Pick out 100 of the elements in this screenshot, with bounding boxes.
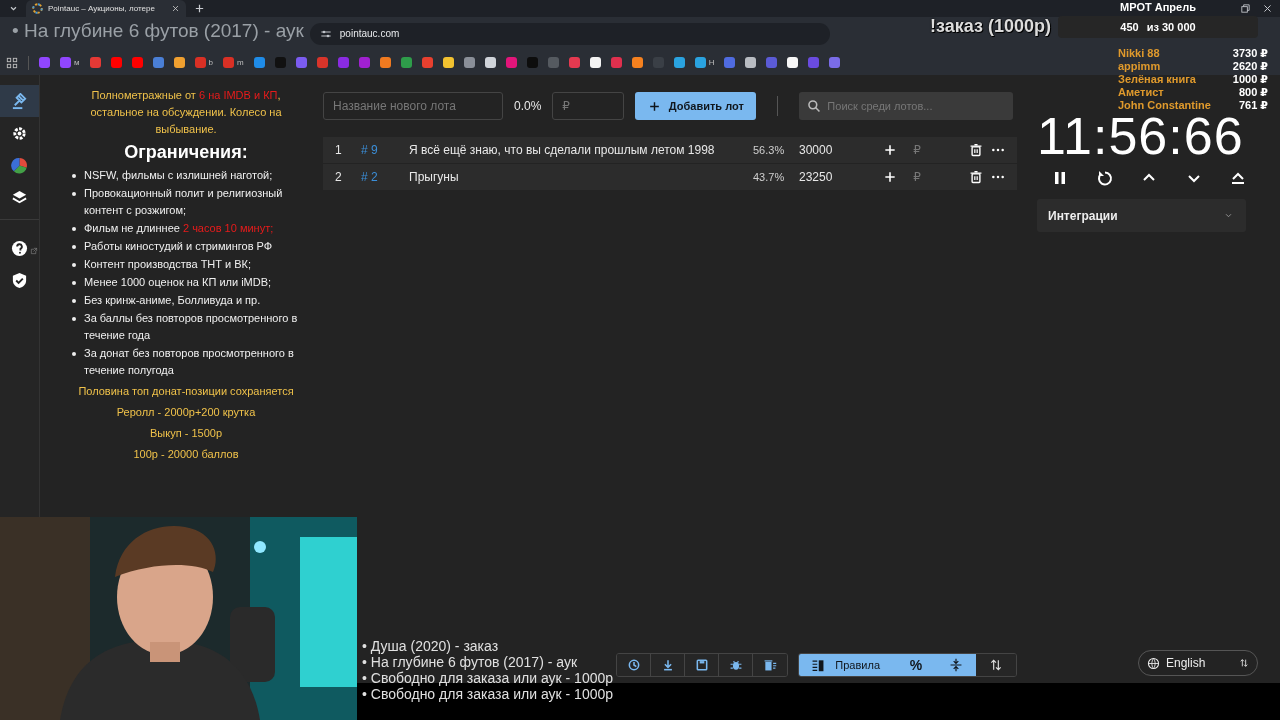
- bookmark-icon[interactable]: [484, 57, 496, 68]
- external-link-icon: [30, 247, 38, 255]
- rule-item: Провокационный полит и религиозный контент с розжигом;: [84, 186, 284, 218]
- history-icon: [626, 658, 641, 672]
- up-down-icon: [1239, 658, 1249, 668]
- bookmark-icon[interactable]: [745, 57, 757, 68]
- lot-id[interactable]: # 2: [361, 170, 409, 184]
- add-lot-button[interactable]: Добавить лот: [635, 92, 757, 120]
- lot-position: 1: [335, 143, 343, 157]
- rules-note: Реролл - 2000р+200 крутка: [115, 405, 257, 420]
- queue-line: • Душа (2020) - заказ: [362, 638, 500, 654]
- amount-field[interactable]: ₽: [552, 92, 625, 120]
- rule-item: NSFW, фильмы с излишней наготой;: [84, 168, 273, 183]
- bullet-icon: [72, 192, 76, 196]
- plus-icon: [193, 3, 205, 14]
- donor-name: Аметист: [1118, 86, 1164, 99]
- donor-name: Nikki 88: [1118, 47, 1160, 60]
- bullet-icon: [72, 263, 76, 267]
- bookmark-icon[interactable]: [442, 57, 454, 68]
- bullet-icon: [72, 281, 76, 285]
- trash-icon: [969, 143, 983, 157]
- bullet-icon: [72, 299, 76, 303]
- trash-icon: [969, 170, 983, 184]
- bullet-icon: [72, 227, 76, 231]
- bullet-icon: [72, 174, 76, 178]
- apps-icon: [6, 56, 18, 69]
- integrations-dropdown[interactable]: Интеграции: [1037, 199, 1246, 232]
- lot-name: Прыгуны: [409, 170, 460, 184]
- rules-toggle[interactable]: Правила: [799, 654, 896, 676]
- gear-icon: [11, 124, 28, 142]
- history-button[interactable]: [617, 654, 652, 676]
- search-field[interactable]: Поиск среди лотов...: [799, 92, 1014, 120]
- lot-id[interactable]: # 9: [361, 143, 409, 157]
- goal-current: 450: [1120, 21, 1139, 33]
- close-icon: [171, 4, 180, 13]
- queue-line: • Свободно для заказа или аук - 1000р: [362, 686, 614, 702]
- lot-name-field[interactable]: Название нового лота: [323, 92, 503, 120]
- donation-amount: 2620 ₽: [1232, 60, 1268, 73]
- address-bar[interactable]: pointauc.com: [309, 22, 830, 45]
- compact-toggle[interactable]: [936, 654, 976, 676]
- bookmark-icon[interactable]: [787, 57, 799, 68]
- plus-icon: [647, 99, 661, 113]
- queue-line: • Свободно для заказа или аук - 1000р: [362, 670, 614, 686]
- bug-icon: [728, 658, 743, 672]
- clear-icon: [763, 658, 778, 672]
- rule-item: Без кринж-аниме, Болливуда и пр.: [84, 293, 261, 308]
- rules-note: 100р - 20000 баллов: [132, 447, 240, 462]
- shield-icon: [11, 271, 28, 289]
- donor-name: John Constantine: [1118, 99, 1211, 112]
- donation-amount: 800 ₽: [1238, 86, 1268, 99]
- lot-name: Я всё ещё знаю, что вы сделали прошлым летом 1998: [409, 143, 716, 157]
- rule-item: Менее 1000 оценок на КП или iMDB;: [84, 275, 272, 290]
- search-icon: [807, 99, 822, 113]
- now-playing-text: • На глубине 6 футов (2017) - аук: [12, 19, 304, 42]
- lot-percent: 43.7%: [753, 171, 786, 183]
- lot-amount: 30000: [799, 143, 834, 157]
- plus-icon: [883, 170, 897, 184]
- layers-icon: [11, 188, 28, 206]
- goal-title: МРОТ Апрель: [1120, 0, 1196, 15]
- globe-icon: [1147, 656, 1160, 670]
- percent-toggle[interactable]: %: [896, 654, 936, 676]
- bookmark-label[interactable]: b: [208, 58, 213, 67]
- rule-item: За баллы без повторов просмотренного в течение года: [84, 311, 299, 343]
- bookmark-icon[interactable]: [589, 57, 601, 68]
- restore-icon: [1239, 3, 1251, 14]
- gavel-icon: [11, 92, 28, 110]
- browser-tab[interactable]: Pointauc – Аукционы, лотере: [26, 0, 186, 17]
- bookmark-label[interactable]: m: [236, 58, 244, 67]
- restart-icon: [1095, 169, 1114, 187]
- donation-amount: 3730 ₽: [1232, 47, 1268, 60]
- list-icon: [811, 658, 826, 672]
- timer-display: 11:56:66: [1037, 113, 1244, 159]
- lot-percent: 56.3%: [753, 144, 786, 156]
- rule-item: Работы киностудий и стримингов РФ: [84, 239, 273, 254]
- donation-amount: 761 ₽: [1238, 99, 1268, 112]
- rule-item: За донат без повторов просмотренного в течение полугода: [84, 346, 295, 378]
- rules-note: Половина топ донат-позиции сохраняется: [77, 384, 295, 399]
- plus-icon: [883, 143, 897, 157]
- help-icon: [11, 239, 28, 257]
- percent-value: 0.0%: [514, 99, 542, 113]
- rules-heading: Ограничения:: [123, 141, 249, 163]
- bookmark-label[interactable]: м: [74, 58, 80, 67]
- order-text: !заказ (1000р): [930, 16, 1051, 37]
- bookmark-icon[interactable]: [173, 57, 185, 68]
- site-logo-icon: [32, 3, 43, 14]
- close-icon: [1261, 3, 1273, 14]
- bookmark-icon[interactable]: [631, 57, 643, 68]
- queue-line: • На глубине 6 футов (2017) - аук: [362, 654, 579, 670]
- donation-amount: 1000 ₽: [1232, 73, 1268, 86]
- donor-name: appimm: [1118, 60, 1161, 73]
- bullet-icon: [72, 317, 76, 321]
- rule-item: Контент производства ТНТ и ВК;: [84, 257, 252, 272]
- tab-title: Pointauc – Аукционы, лотере: [48, 4, 155, 13]
- lot-position: 2: [335, 170, 343, 184]
- bookmark-label[interactable]: Н: [708, 58, 715, 67]
- goal-target: из 30 000: [1146, 21, 1196, 33]
- rules-note: Выкуп - 1500р: [149, 426, 223, 441]
- bullet-icon: [72, 352, 76, 356]
- lot-amount: 23250: [799, 170, 834, 184]
- pie-chart-icon: [11, 156, 28, 174]
